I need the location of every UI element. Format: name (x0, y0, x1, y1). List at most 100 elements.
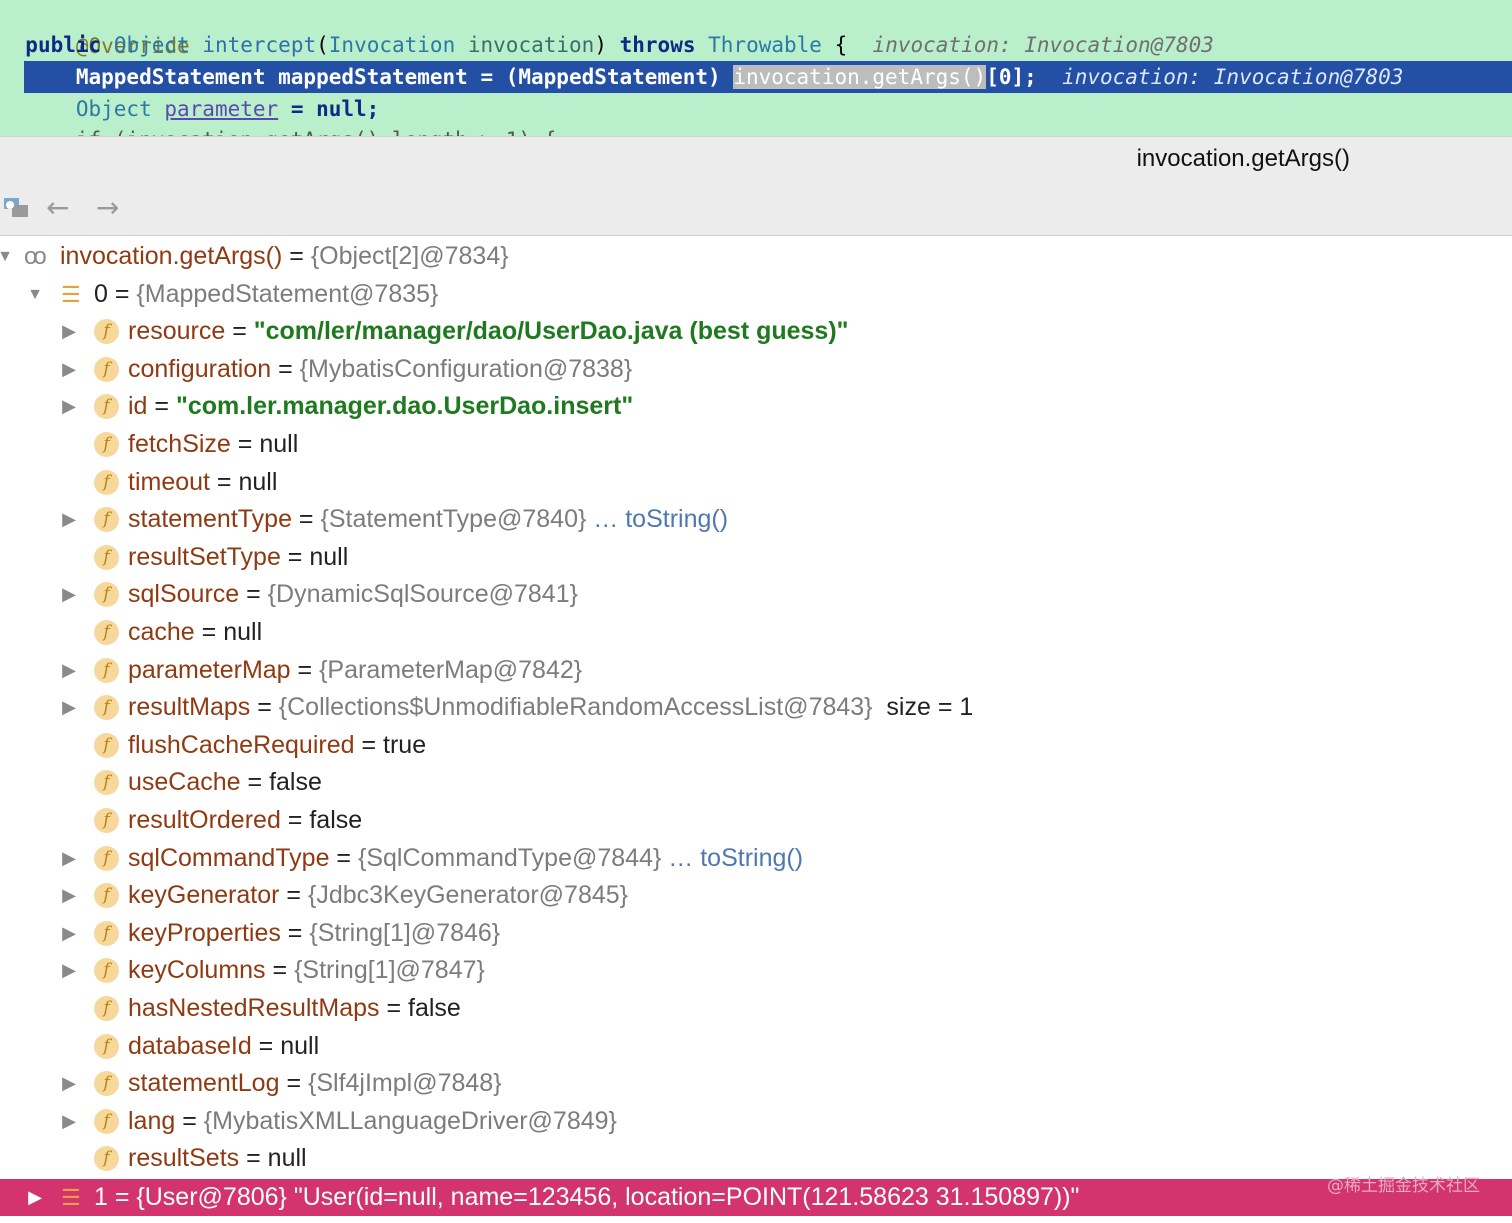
code-line-override: @Override (0, 0, 1512, 58)
tree-row-text: statementType = {StatementType@7840} … t… (128, 501, 728, 538)
equals-sign: = (175, 1106, 204, 1135)
field-name: cache (128, 618, 195, 646)
popup-toolbar: ← → (0, 181, 1512, 236)
code-line-parameter: Object parameter = null; (0, 93, 1512, 125)
tree-row-field-useCache[interactable]: f useCache = false (0, 764, 1512, 801)
expand-arrow-icon[interactable]: ▶ (24, 1179, 46, 1216)
expand-arrow-icon[interactable]: ▶ (58, 689, 80, 726)
equals-sign: = (107, 1183, 137, 1211)
variable-value: {Object[2]@7834} (310, 242, 509, 270)
field-name: fetchSize (128, 430, 231, 458)
equals-sign: = (240, 768, 270, 797)
expand-arrow-icon[interactable]: ▶ (58, 351, 80, 388)
forward-arrow-icon[interactable]: → (96, 193, 119, 223)
tree-row-field-resultOrdered[interactable]: f resultOrdered = false (0, 802, 1512, 839)
field-value: "com.ler.manager.dao.UserDao.insert" (175, 392, 634, 421)
field-icon: f (94, 582, 119, 608)
field-icon: f (94, 1108, 119, 1134)
tree-row-field-flushCacheRequired[interactable]: f flushCacheRequired = true (0, 727, 1512, 764)
field-name: configuration (128, 354, 272, 383)
equals-sign: = (280, 918, 310, 947)
expand-arrow-icon[interactable]: ▶ (58, 313, 80, 350)
expand-arrow-icon[interactable]: ▶ (58, 877, 80, 914)
expand-arrow-icon[interactable]: ▶ (58, 652, 80, 689)
tree-row-item-0[interactable]: ▼ ☰ 0 = {MappedStatement@7835} (0, 276, 1512, 313)
expand-arrow-icon[interactable]: ▶ (58, 576, 80, 613)
field-value: null (259, 430, 299, 458)
tree-row-field-keyGenerator[interactable]: ▶ f keyGenerator = {Jdbc3KeyGenerator@7845… (0, 877, 1512, 914)
expand-arrow-icon[interactable]: ▶ (58, 840, 80, 877)
tree-row-field-sqlSource[interactable]: ▶ f sqlSource = {DynamicSqlSource@7841} (0, 576, 1512, 613)
field-name: flushCacheRequired (128, 730, 355, 759)
field-value: {SqlCommandType@7844} (357, 843, 662, 872)
tree-row-field-resultSetType[interactable]: f resultSetType = null (0, 539, 1512, 576)
field-name: statementType (128, 505, 292, 534)
tree-row-field-parameterMap[interactable]: ▶ f parameterMap = {ParameterMap@7842} (0, 652, 1512, 689)
expand-arrow-icon[interactable]: ▶ (58, 388, 80, 425)
expand-arrow-icon[interactable]: ▶ (58, 501, 80, 538)
field-name: keyProperties (128, 918, 281, 947)
equals-sign: = (230, 430, 260, 458)
tree-row-field-cache[interactable]: f cache = null (0, 614, 1512, 651)
field-icon: f (94, 808, 119, 833)
type-object: Object (113, 33, 190, 57)
tree-row-field-resource[interactable]: ▶ f resource = "com/ler/manager/dao/UserDa… (0, 313, 1512, 350)
tree-row-field-keyProperties[interactable]: ▶ f keyProperties = {String[1]@7846} (0, 915, 1512, 952)
evaluated-expression-highlight[interactable]: invocation.getArgs() (733, 65, 987, 89)
tree-row-text: invocation.getArgs() = {Object[2]@7834} (60, 238, 509, 275)
equals-sign: = (290, 655, 320, 684)
collapse-arrow-icon[interactable]: ▼ (0, 238, 16, 275)
field-value: {StatementType@7840} (320, 505, 587, 534)
tree-row-text: hasNestedResultMaps = false (128, 990, 461, 1027)
code-editor[interactable]: @Override public Object intercept(Invoca… (0, 0, 1512, 136)
expand-arrow-icon[interactable]: ▶ (58, 1103, 80, 1140)
field-name: keyColumns (128, 956, 266, 985)
tree-row-field-keyColumns[interactable]: ▶ f keyColumns = {String[1]@7847} (0, 952, 1512, 989)
field-name: useCache (128, 768, 241, 797)
equals-sign: = (280, 542, 310, 571)
tree-row-field-timeout[interactable]: f timeout = null (0, 464, 1512, 501)
type-object: Object (75, 97, 152, 121)
field-name: timeout (128, 467, 210, 496)
tree-row-field-configuration[interactable]: ▶ f configuration = {MybatisConfiguration@… (0, 351, 1512, 388)
equals-sign: = (107, 279, 137, 308)
tree-row-field-databaseId[interactable]: f databaseId = null (0, 1028, 1512, 1065)
collapse-arrow-icon[interactable]: ▼ (24, 276, 46, 313)
tree-row-root[interactable]: ▼ oo invocation.getArgs() = {Object[2]@783… (0, 238, 1512, 275)
tree-row-text: keyColumns = {String[1]@7847} (128, 952, 485, 989)
tree-row-field-resultSets[interactable]: f resultSets = null (0, 1140, 1512, 1177)
tree-row-field-id[interactable]: ▶ f id = "com.ler.manager.dao.UserDao.inse… (0, 388, 1512, 425)
assignment-null: = null; (290, 97, 380, 121)
tree-row-field-sqlCommandType[interactable]: ▶ f sqlCommandType = {SqlCommandType@7844}… (0, 840, 1512, 877)
field-value: {MybatisConfiguration@7838} (299, 354, 633, 383)
tree-row-field-fetchSize[interactable]: f fetchSize = null (0, 426, 1512, 463)
expand-arrow-icon[interactable]: ▶ (58, 1065, 80, 1102)
tree-row-field-resultMaps[interactable]: ▶ f resultMaps = {Collections$Unmodifiable… (0, 689, 1512, 726)
variable-parameter: parameter (164, 97, 279, 121)
equals-sign: = (329, 843, 358, 872)
watches-icon[interactable] (2, 195, 30, 227)
tree-row-text: resultOrdered = false (128, 802, 362, 839)
tree-row-field-hasNestedResultMaps[interactable]: f hasNestedResultMaps = false (0, 990, 1512, 1027)
tree-row-item-1[interactable]: ▶ ☰ 1 = {User@7806} "User(id=null, name=12… (0, 1179, 1512, 1216)
tree-row-text: 1 = {User@7806} "User(id=null, name=1234… (94, 1179, 1079, 1216)
field-value: {Jdbc3KeyGenerator@7845} (307, 881, 629, 910)
tree-row-text: sqlSource = {DynamicSqlSource@7841} (128, 576, 578, 613)
tostring-link[interactable]: … toString() (661, 844, 803, 872)
field-icon: f (94, 770, 119, 796)
tree-row-text: cache = null (128, 614, 262, 651)
evaluate-popup-titlebar[interactable]: invocation.getArgs() (0, 136, 1512, 182)
tree-row-field-statementLog[interactable]: ▶ f statementLog = {Slf4jImpl@7848} (0, 1065, 1512, 1102)
collection-size: size = 1 (872, 693, 974, 722)
tree-row-field-statementType[interactable]: ▶ f statementType = {StatementType@7840} …… (0, 501, 1512, 538)
tree-row-text: resource = "com/ler/manager/dao/UserDao.… (128, 313, 849, 350)
code-line-method-signature: public Object intercept(Invocation invoc… (0, 29, 1512, 61)
tree-row-text: flushCacheRequired = true (128, 727, 426, 764)
expand-arrow-icon[interactable]: ▶ (58, 952, 80, 989)
tree-row-field-lang[interactable]: ▶ f lang = {MybatisXMLLanguageDriver@7849} (0, 1103, 1512, 1140)
field-icon: f (94, 920, 119, 946)
back-arrow-icon[interactable]: ← (46, 193, 69, 223)
tree-row-text: useCache = false (128, 764, 322, 801)
tostring-link[interactable]: … toString() (586, 505, 728, 533)
expand-arrow-icon[interactable]: ▶ (58, 915, 80, 952)
